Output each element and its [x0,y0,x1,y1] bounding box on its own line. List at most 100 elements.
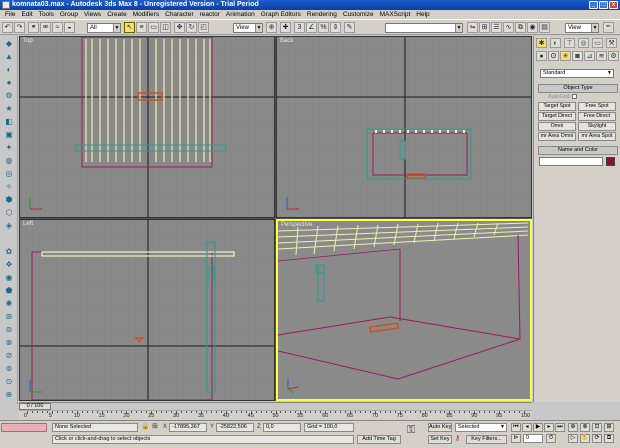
menu-views[interactable]: Views [81,10,104,19]
systems-icon[interactable]: ⚙ [608,51,619,61]
spinner-snap-icon[interactable]: ⇕ [330,22,341,33]
time-slider-thumb[interactable]: 0 / 100 [19,403,51,410]
reference-coordinate-dropdown[interactable]: View ▼ [233,23,263,33]
key-mode-toggle-icon[interactable]: ⊳ [511,434,521,443]
helpers-icon[interactable]: ⊿ [584,51,595,61]
hierarchy-tab-icon[interactable]: ⊤ [564,38,575,48]
tool-icon-2[interactable]: ▲ [3,51,15,62]
tool-icon-17[interactable]: ❖ [3,259,15,270]
tool-icon-10[interactable]: ◍ [3,155,15,166]
mirror-icon[interactable]: ⇋ [467,22,478,33]
free-direct-button[interactable]: Free Direct [578,112,616,121]
zoom-icon[interactable]: ⊕ [568,423,578,432]
menu-file[interactable]: File [2,10,18,19]
edit-named-selections-icon[interactable]: ✎ [344,22,355,33]
menu-maxscript[interactable]: MAXScript [377,10,414,19]
percent-snap-icon[interactable]: % [318,22,329,33]
tool-icon-25[interactable]: ⊚ [3,363,15,374]
rectangle-selection-icon[interactable]: ▭ [148,22,159,33]
lock-selection-icon[interactable]: 🔒 [141,423,150,431]
quick-render-icon[interactable]: ☕ [603,22,614,33]
zoom-all-icon[interactable]: ⊗ [580,423,590,432]
lights-icon[interactable]: ✳ [560,51,571,61]
object-color-swatch[interactable] [606,157,615,166]
window-crossing-icon[interactable]: ◫ [160,22,171,33]
tool-icon-13[interactable]: ⬢ [3,194,15,205]
set-key-button[interactable]: Set Key [428,435,452,444]
tool-icon-18[interactable]: ◉ [3,272,15,283]
tool-icon-3[interactable]: ◐ [3,64,15,75]
shapes-icon[interactable]: ʘ [548,51,559,61]
select-link-icon[interactable]: ⚭ [28,22,39,33]
tool-icon-15[interactable]: ◈ [3,220,15,231]
select-manipulate-icon[interactable]: ✚ [280,22,291,33]
tool-icon-22[interactable]: ⊜ [3,324,15,335]
x-coordinate-field[interactable]: -17895,367 [169,423,207,432]
key-filters-button[interactable]: Key Filters... [466,435,507,444]
z-coordinate-field[interactable]: 0,0 [263,423,301,432]
maximize-button[interactable]: □ [599,1,608,9]
menu-edit[interactable]: Edit [18,10,35,19]
menu-rendering[interactable]: Rendering [304,10,340,19]
pan-icon[interactable]: ✋ [580,434,590,443]
menu-animation[interactable]: Animation [223,10,258,19]
add-time-tag-button[interactable]: Add Time Tag [357,435,401,444]
zoom-extents-all-icon[interactable]: ⊞ [604,423,614,432]
bind-space-warp-icon[interactable]: ≈ [52,22,63,33]
y-coordinate-field[interactable]: -25822,506 [216,423,254,432]
skylight-button[interactable]: Skylight [578,122,616,131]
menu-tools[interactable]: Tools [36,10,57,19]
tool-icon-21[interactable]: ⊛ [3,311,15,322]
key-filter-icon[interactable]: ⚷ [455,435,460,443]
viewport-back[interactable]: Back [276,36,532,218]
viewport-left[interactable]: Left [19,219,275,401]
tool-icon-4[interactable]: ● [3,77,15,88]
tool-icon-14[interactable]: ⬡ [3,207,15,218]
viewport-label[interactable]: Back [280,38,293,44]
time-configuration-icon[interactable]: ⏱ [546,434,556,443]
utilities-tab-icon[interactable]: ⚒ [606,38,617,48]
next-frame-icon[interactable]: ▸ [544,423,554,432]
snap-toggle-icon[interactable]: 3 [294,22,305,33]
select-by-name-icon[interactable]: ≡ [136,22,147,33]
tool-icon-19[interactable]: ⬟ [3,285,15,296]
space-warps-icon[interactable]: ≋ [596,51,607,61]
material-editor-icon[interactable]: ◉ [527,22,538,33]
unlink-icon[interactable]: ⚮ [40,22,51,33]
viewport-label[interactable]: Perspective [281,222,312,228]
motion-tab-icon[interactable]: ◎ [578,38,589,48]
angle-snap-icon[interactable]: ∠ [306,22,317,33]
schematic-view-icon[interactable]: ⧉ [515,22,526,33]
tool-icon-8[interactable]: ▣ [3,129,15,140]
menu-group[interactable]: Group [57,10,81,19]
menu-character[interactable]: Character [162,10,197,19]
maximize-viewport-icon[interactable]: ⧉ [604,434,614,443]
tool-icon-16[interactable]: ✿ [3,246,15,257]
object-type-rollout[interactable]: Object Type [538,84,618,93]
tool-icon-11[interactable]: ◎ [3,168,15,179]
curve-editor-icon[interactable]: ∿ [503,22,514,33]
maxscript-listener-mini[interactable] [1,423,47,432]
undo-icon[interactable]: ↶ [2,22,13,33]
tool-icon-12[interactable]: ✧ [3,181,15,192]
filter-icon[interactable]: ◒ [64,22,75,33]
viewport-label[interactable]: Left [23,221,33,227]
mr-area-omni-button[interactable]: mr Area Omni [538,132,576,141]
geometry-icon[interactable]: ● [536,51,547,61]
field-of-view-icon[interactable]: ▷ [568,434,578,443]
viewport-top[interactable]: Top [19,36,275,218]
named-selection-sets-dropdown[interactable]: ▼ [385,23,463,33]
name-and-color-rollout[interactable]: Name and Color [538,146,618,155]
cameras-icon[interactable]: ◙ [572,51,583,61]
menu-help[interactable]: Help [413,10,432,19]
menu-modifiers[interactable]: Modifiers [130,10,162,19]
create-tab-icon[interactable]: ✱ [536,38,547,48]
prev-frame-icon[interactable]: ◂ [522,423,532,432]
pivot-center-icon[interactable]: ⊕ [266,22,277,33]
goto-end-icon[interactable]: ⏭ [555,423,565,432]
render-type-dropdown[interactable]: View ▼ [565,23,599,33]
menu-customize[interactable]: Customize [340,10,377,19]
tool-icon-27[interactable]: ⊕ [3,389,15,400]
render-scene-icon[interactable]: ▤ [539,22,550,33]
menu-reactor[interactable]: reactor [197,10,223,19]
